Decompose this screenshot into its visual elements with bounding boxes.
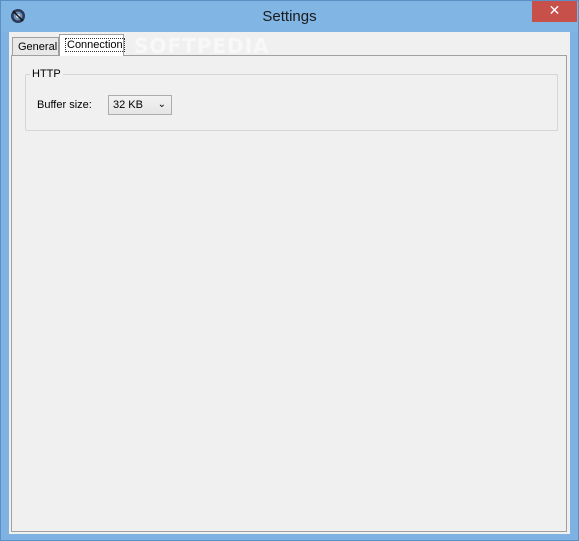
buffer-size-dropdown[interactable]: 32 KB ⌄	[108, 95, 172, 115]
close-icon: ✕	[548, 3, 561, 19]
settings-window: Settings ✕ General Connection SOFTPEDIA …	[0, 0, 579, 541]
http-group-label: HTTP	[30, 68, 63, 80]
window-title: Settings	[262, 8, 317, 25]
chevron-down-icon: ⌄	[157, 99, 166, 110]
tab-label: General	[18, 41, 58, 53]
buffer-size-value: 32 KB	[113, 99, 143, 111]
buffer-size-label: Buffer size:	[37, 99, 92, 111]
tab-general[interactable]: General	[12, 37, 59, 56]
tab-label: Connection	[65, 38, 125, 52]
connection-tab-panel: HTTP Buffer size: 32 KB ⌄	[11, 55, 567, 532]
client-area: General Connection SOFTPEDIA HTTP Buffer…	[9, 32, 570, 534]
title-bar[interactable]: Settings ✕	[1, 1, 578, 32]
http-groupbox: HTTP Buffer size: 32 KB ⌄	[25, 68, 558, 131]
close-button[interactable]: ✕	[532, 1, 577, 22]
tab-connection[interactable]: Connection	[59, 34, 125, 56]
